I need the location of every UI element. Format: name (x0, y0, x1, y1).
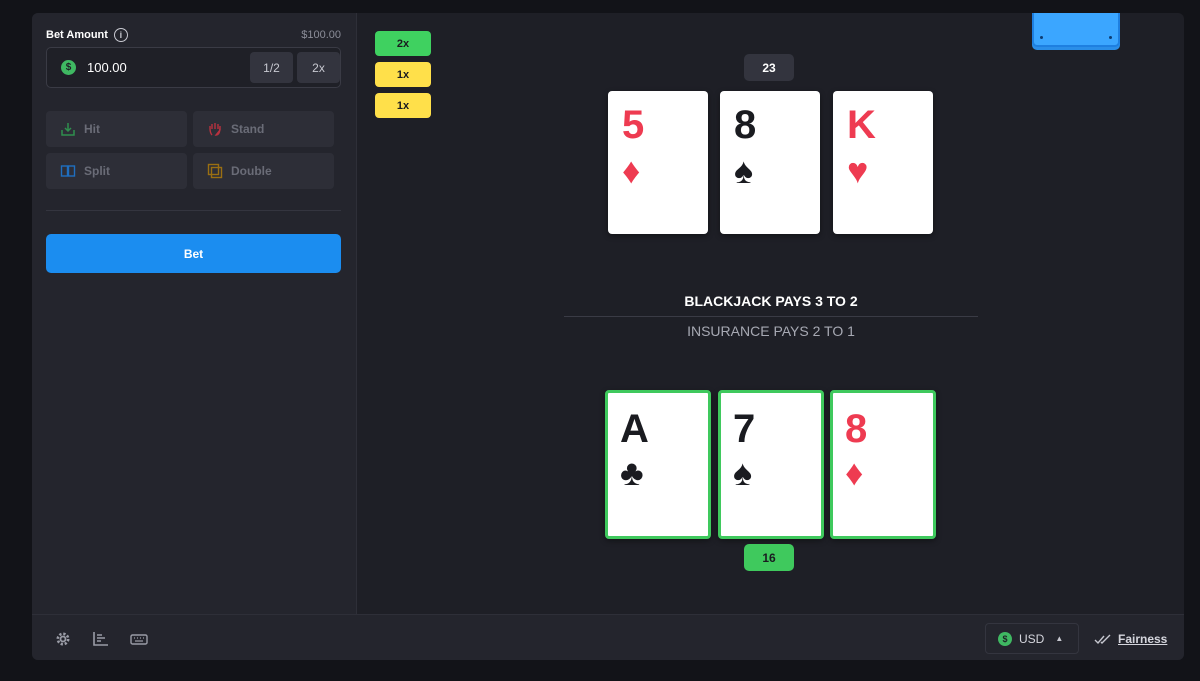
multiplier-badge: 2x (375, 31, 431, 56)
stand-button[interactable]: Stand (193, 111, 334, 147)
card-suit: ♠ (734, 150, 754, 191)
card-suit: ♦ (622, 150, 641, 191)
card-rank: A (620, 407, 649, 451)
dealer-score: 23 (744, 54, 794, 81)
dollar-icon: $ (61, 60, 76, 75)
card-suit: ♦ (845, 452, 864, 493)
half-bet-button[interactable]: 1/2 (250, 52, 293, 83)
bet-amount-label: Bet Amount (46, 29, 108, 41)
card-deck (1032, 13, 1120, 47)
stand-label: Stand (231, 122, 265, 136)
hit-label: Hit (84, 122, 100, 136)
split-button[interactable]: Split (46, 153, 187, 189)
card-rank: 8 (845, 407, 868, 451)
double-label: Double (231, 164, 272, 178)
fairness-label: Fairness (1118, 632, 1168, 646)
keyboard-icon[interactable] (130, 630, 148, 648)
player-card: A ♣ (605, 390, 711, 539)
card-rank: 7 (733, 407, 756, 451)
chevron-up-icon: ▲ (1055, 634, 1064, 643)
dealer-card: K ♥ (833, 91, 933, 234)
footer-bar: $ USD ▲ Fairness (32, 614, 1184, 660)
bet-amount-label-wrap: Bet Amount i (46, 28, 128, 42)
sidebar-divider (46, 210, 341, 211)
bet-amount-header: Bet Amount i $100.00 (46, 27, 341, 43)
currency-selector[interactable]: $ USD ▲ (985, 623, 1079, 654)
currency-label: USD (1019, 631, 1045, 646)
balance-display: $100.00 (301, 29, 341, 41)
player-score: 16 (744, 544, 794, 571)
stats-icon[interactable] (92, 630, 110, 648)
split-label: Split (84, 164, 110, 178)
bet-amount-input[interactable] (87, 60, 237, 75)
checkmark-icon (1094, 634, 1111, 645)
dealer-card: 5 ♦ (608, 91, 708, 234)
card-rank: K (847, 103, 876, 147)
player-card: 7 ♠ (718, 390, 824, 539)
gear-icon[interactable] (54, 630, 72, 648)
hand-icon (209, 123, 221, 136)
hit-button[interactable]: Hit (46, 111, 187, 147)
info-icon[interactable]: i (113, 28, 128, 42)
multiplier-badge: 1x (375, 62, 431, 87)
double-bet-button[interactable]: 2x (297, 52, 340, 83)
bet-amount-field[interactable]: $ 1/2 2x (46, 47, 341, 88)
card-rank: 5 (622, 103, 645, 147)
double-button[interactable]: Double (193, 153, 334, 189)
fairness-link[interactable]: Fairness (1094, 630, 1167, 648)
split-icon (60, 165, 76, 177)
card-suit: ♠ (733, 452, 753, 493)
bet-sidebar: Bet Amount i $100.00 $ 1/2 2x Hit Stand (32, 13, 357, 614)
bet-button[interactable]: Bet (46, 234, 341, 273)
dealer-card: 8 ♠ (720, 91, 820, 234)
blackjack-pays-text: BLACKJACK PAYS 3 TO 2 (684, 293, 858, 309)
pays-divider (564, 316, 978, 317)
card-rank: 8 (734, 103, 757, 147)
game-window: Bet Amount i $100.00 $ 1/2 2x Hit Stand (32, 13, 1184, 660)
dollar-icon: $ (998, 631, 1012, 646)
card-suit: ♣ (620, 452, 644, 493)
multiplier-badge: 1x (375, 93, 431, 118)
hit-icon (61, 123, 75, 136)
insurance-pays-text: INSURANCE PAYS 2 TO 1 (687, 323, 855, 339)
player-card: 8 ♦ (830, 390, 936, 539)
double-icon (207, 163, 223, 179)
card-suit: ♥ (847, 150, 869, 191)
